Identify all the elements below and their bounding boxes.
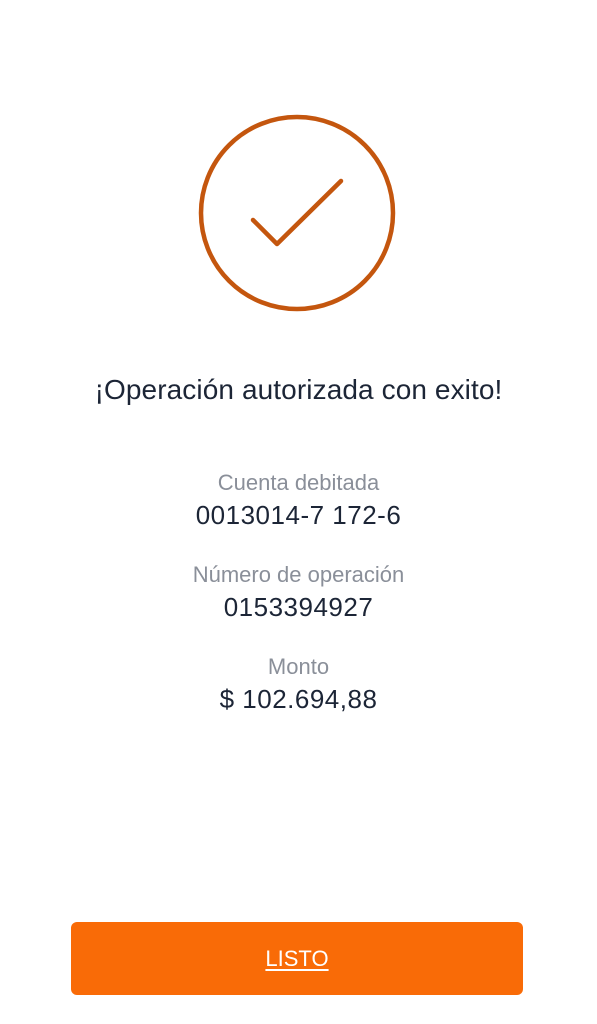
page-title: ¡Operación autorizada con exito!	[94, 374, 503, 405]
done-button[interactable]: LISTO	[71, 922, 523, 995]
debited-account-label: Cuenta debitada	[217, 470, 380, 495]
debited-account-value: 0013014-7 172-6	[195, 500, 402, 530]
checkmark-circle-icon	[198, 114, 396, 312]
operation-number-value: 0153394927	[223, 592, 374, 622]
amount-value: $ 102.694,88	[219, 684, 378, 714]
operation-number-label: Número de operación	[192, 562, 405, 587]
amount-label: Monto	[267, 654, 330, 679]
